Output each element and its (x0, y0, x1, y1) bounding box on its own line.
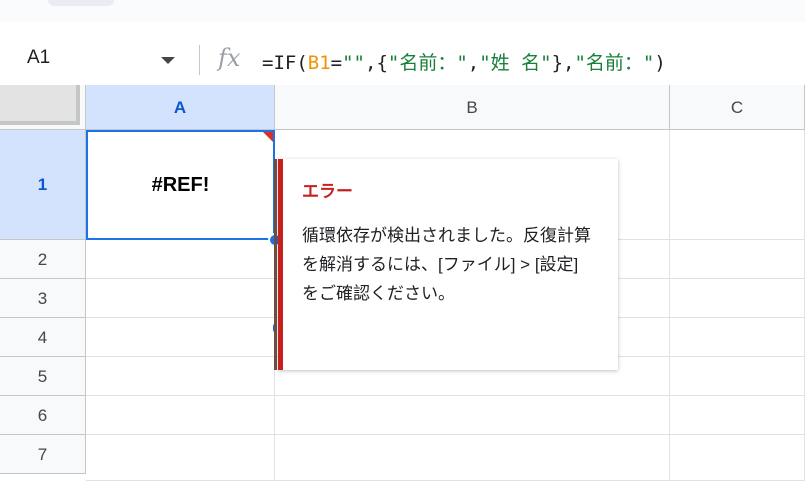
error-title: エラー (302, 182, 353, 201)
error-message: 循環依存が検出されました。反復計算を解消するには、[ファイル] > [設定] を… (302, 226, 591, 303)
toolbar-pill (48, 0, 114, 6)
formula-token-str: "" (342, 52, 365, 74)
cell-c1[interactable] (670, 130, 805, 240)
formula-token-plain: , (467, 52, 480, 74)
cell-c6[interactable] (670, 396, 805, 435)
top-toolbar-strip (0, 0, 805, 22)
formula-bar: A1 fx =IF(B1="",{"名前：","姓 名"},"名前：") (0, 35, 805, 85)
row-header-4[interactable]: 4 (0, 318, 86, 357)
fx-icon: fx (218, 44, 241, 72)
cell-c5[interactable] (670, 357, 805, 396)
row-header-2[interactable]: 2 (0, 240, 86, 279)
row-header-7[interactable]: 7 (0, 435, 86, 474)
cell-c3[interactable] (670, 279, 805, 318)
cell-c7[interactable] (670, 435, 805, 481)
cell-a7[interactable] (86, 435, 275, 481)
formula-input[interactable]: =IF(B1="",{"名前：","姓 名"},"名前：") (262, 48, 666, 75)
row-header-6[interactable]: 6 (0, 396, 86, 435)
row-header-5[interactable]: 5 (0, 357, 86, 396)
cell-a2[interactable] (86, 240, 275, 279)
cell-c4[interactable] (670, 318, 805, 357)
cell-a3[interactable] (86, 279, 275, 318)
tooltip-accent-shadow (274, 159, 277, 370)
formula-token-str: "名前：" (387, 52, 468, 74)
formula-token-plain: ) (654, 52, 666, 74)
cell-a1-value: #REF! (151, 173, 210, 196)
cell-a4[interactable] (86, 318, 275, 357)
cell-b6[interactable] (275, 396, 670, 435)
formula-token-plain: =IF( (262, 52, 308, 74)
cell-c2[interactable] (670, 240, 805, 279)
tooltip-accent-bar (278, 159, 283, 370)
formula-token-ref: B1 (307, 52, 331, 74)
error-tooltip: エラー 循環依存が検出されました。反復計算を解消するには、[ファイル] > [設… (274, 159, 618, 370)
cell-a1[interactable]: #REF! (86, 130, 275, 240)
cell-a5[interactable] (86, 357, 275, 396)
column-header-a[interactable]: A (86, 85, 275, 130)
formula-token-str: "名前：" (574, 52, 655, 74)
formula-bar-divider (199, 45, 200, 75)
cell-a6[interactable] (86, 396, 275, 435)
row-header-3[interactable]: 3 (0, 279, 86, 318)
formula-token-plain: }, (551, 52, 575, 74)
name-box[interactable]: A1 (27, 47, 50, 69)
formula-token-plain: ,{ (365, 52, 388, 74)
row-header-1[interactable]: 1 (0, 130, 86, 240)
column-header-c[interactable]: C (670, 85, 805, 130)
cell-b7[interactable] (275, 435, 670, 481)
select-all-corner[interactable] (0, 85, 86, 130)
error-indicator-icon[interactable] (263, 132, 273, 142)
name-box-dropdown-icon[interactable] (161, 57, 175, 64)
formula-token-str: "姓 名" (479, 52, 552, 74)
formula-token-plain: = (330, 52, 343, 74)
column-header-b[interactable]: B (275, 85, 670, 130)
